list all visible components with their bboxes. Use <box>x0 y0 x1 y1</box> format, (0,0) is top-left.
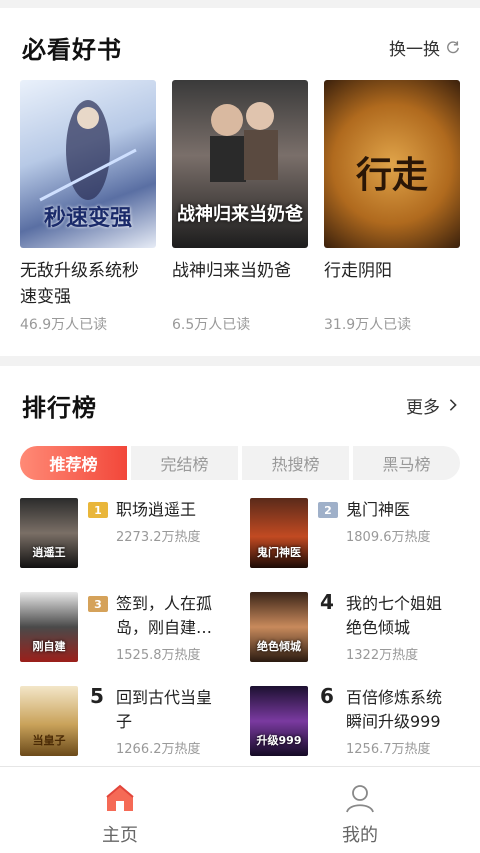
ranking-tabs: 推荐榜 完结榜 热搜榜 黑马榜 <box>20 446 460 480</box>
rank-heat: 1525.8万热度 <box>116 648 201 663</box>
refresh-icon <box>447 41 459 54</box>
section-title: 必看好书 <box>22 35 122 64</box>
bottom-tabbar: 主页 我的 <box>0 766 480 853</box>
rank-cover-title: 刚自建 <box>32 640 66 653</box>
tabbar-mine[interactable]: 我的 <box>300 781 420 847</box>
rank-heat: 1266.2万热度 <box>116 742 201 757</box>
book-reads: 31.9万人已读 <box>324 317 412 333</box>
rank-name-line: 百倍修炼系统 <box>346 688 443 707</box>
rank-name: 职场逍遥王 <box>116 498 236 522</box>
book-card[interactable]: 战神归来当奶爸 战神归来当奶爸 6.5万人已读 <box>172 80 308 334</box>
book-reads: 6.5万人已读 <box>172 317 251 333</box>
tab-recommended[interactable]: 推荐榜 <box>20 446 127 480</box>
must-read-section: 必看好书 换一换 秒速变强 无敌升级系统秒 速变强 46.9万人已读 战神归来当… <box>0 8 480 356</box>
cover-title: 秒速变强 <box>43 206 132 231</box>
rank-heat: 1809.6万热度 <box>346 530 431 545</box>
ranking-item[interactable]: 逍遥王 1 职场逍遥王 2273.2万热度 <box>20 498 240 570</box>
ranking-item[interactable]: 刚自建 3 签到，人在孤 岛，刚自建… 1525.8万热度 <box>20 592 240 664</box>
cover-title: 战神归来当奶爸 <box>177 204 303 225</box>
rank-cover[interactable]: 刚自建 <box>20 592 78 662</box>
book-card[interactable]: 行走 行走阴阳 31.9万人已读 <box>324 80 460 334</box>
rank-name-line: 瞬间升级999 <box>346 712 441 731</box>
refresh-button[interactable]: 换一换 <box>389 35 460 60</box>
rank-name: 签到，人在孤 岛，刚自建… <box>116 592 236 640</box>
must-read-header: 必看好书 换一换 <box>22 30 460 64</box>
rank-name-line: 绝色倾城 <box>346 618 411 637</box>
rank-name-line: 子 <box>116 712 133 731</box>
book-title-line: 战神归来当奶爸 <box>172 261 291 281</box>
tab-hot-search[interactable]: 热搜榜 <box>242 446 349 480</box>
chevron-right-icon <box>449 399 457 411</box>
book-title: 行走阴阳 <box>324 258 460 284</box>
rank-heat: 1322万热度 <box>346 648 419 663</box>
rank-name-line: 职场逍遥王 <box>116 500 197 519</box>
rank-name: 我的七个姐姐 绝色倾城 <box>346 592 466 640</box>
home-icon <box>106 784 134 811</box>
rank-cover-title: 升级999 <box>256 734 302 747</box>
rank-name: 回到古代当皇 子 <box>116 686 236 734</box>
rank-name-line: 回到古代当皇 <box>116 688 213 707</box>
user-icon <box>346 785 374 813</box>
rank-cover[interactable]: 鬼门神医 <box>250 498 308 568</box>
app-screen: 必看好书 换一换 秒速变强 无敌升级系统秒 速变强 46.9万人已读 战神归来当… <box>0 0 480 853</box>
more-label: 更多 <box>406 397 440 418</box>
book-title-line: 速变强 <box>20 287 71 307</box>
rank-name-line: 签到，人在孤 <box>116 594 213 613</box>
ranking-section: 排行榜 更多 推荐榜 完结榜 热搜榜 黑马榜 逍遥王 1 职场逍遥王 2273.… <box>0 366 480 766</box>
rank-heat: 1256.7万热度 <box>346 742 431 757</box>
rank-heat: 2273.2万热度 <box>116 530 201 545</box>
rank-name: 鬼门神医 <box>346 498 466 522</box>
rank-cover-title: 鬼门神医 <box>257 546 301 559</box>
rank-name-line: 岛，刚自建… <box>116 618 213 637</box>
cover-title: 行走 <box>355 155 428 196</box>
book-title-line: 行走阴阳 <box>324 261 392 281</box>
ranking-header: 排行榜 更多 <box>22 388 460 422</box>
rank-cover[interactable]: 绝色倾城 <box>250 592 308 662</box>
rank-cover[interactable]: 升级999 <box>250 686 308 756</box>
rank-name: 百倍修炼系统 瞬间升级999 <box>346 686 466 734</box>
ranking-item[interactable]: 鬼门神医 2 鬼门神医 1809.6万热度 <box>250 498 470 570</box>
rank-name-line: 我的七个姐姐 <box>346 594 443 613</box>
rank-cover-title: 绝色倾城 <box>257 640 301 653</box>
rank-cover[interactable]: 逍遥王 <box>20 498 78 568</box>
book-title: 战神归来当奶爸 <box>172 258 308 284</box>
rank-badge-icon: 2 <box>318 502 338 518</box>
rank-badge-icon: 1 <box>88 502 108 518</box>
book-reads: 46.9万人已读 <box>20 317 108 333</box>
book-cover[interactable]: 秒速变强 <box>20 80 156 248</box>
tab-dark-horse[interactable]: 黑马榜 <box>353 446 460 480</box>
rank-number: 5 <box>90 684 104 708</box>
more-button[interactable]: 更多 <box>406 393 460 418</box>
ranking-item[interactable]: 当皇子 5 回到古代当皇 子 1266.2万热度 <box>20 684 240 758</box>
ranking-item[interactable]: 升级999 6 百倍修炼系统 瞬间升级999 1256.7万热度 <box>250 684 470 758</box>
tabbar-home[interactable]: 主页 <box>60 781 180 847</box>
rank-number: 4 <box>320 590 334 614</box>
rank-name-line: 鬼门神医 <box>346 500 411 519</box>
book-title-line: 无敌升级系统秒 <box>20 261 139 281</box>
rank-number: 6 <box>320 684 334 708</box>
section-title: 排行榜 <box>22 393 97 422</box>
tab-completed[interactable]: 完结榜 <box>131 446 238 480</box>
book-row: 秒速变强 无敌升级系统秒 速变强 46.9万人已读 战神归来当奶爸 战神归来当奶… <box>20 80 460 340</box>
book-title: 无敌升级系统秒 速变强 <box>20 258 156 310</box>
tabbar-mine-label: 我的 <box>342 825 378 846</box>
book-cover[interactable]: 行走 <box>324 80 460 248</box>
book-card[interactable]: 秒速变强 无敌升级系统秒 速变强 46.9万人已读 <box>20 80 156 334</box>
rank-badge-icon: 3 <box>88 596 108 612</box>
rank-cover-title: 逍遥王 <box>32 546 66 559</box>
tabbar-home-label: 主页 <box>102 825 138 846</box>
rank-cover-title: 当皇子 <box>32 734 66 747</box>
ranking-item[interactable]: 绝色倾城 4 我的七个姐姐 绝色倾城 1322万热度 <box>250 590 470 664</box>
book-cover[interactable]: 战神归来当奶爸 <box>172 80 308 248</box>
refresh-label: 换一换 <box>389 39 440 60</box>
rank-cover[interactable]: 当皇子 <box>20 686 78 756</box>
